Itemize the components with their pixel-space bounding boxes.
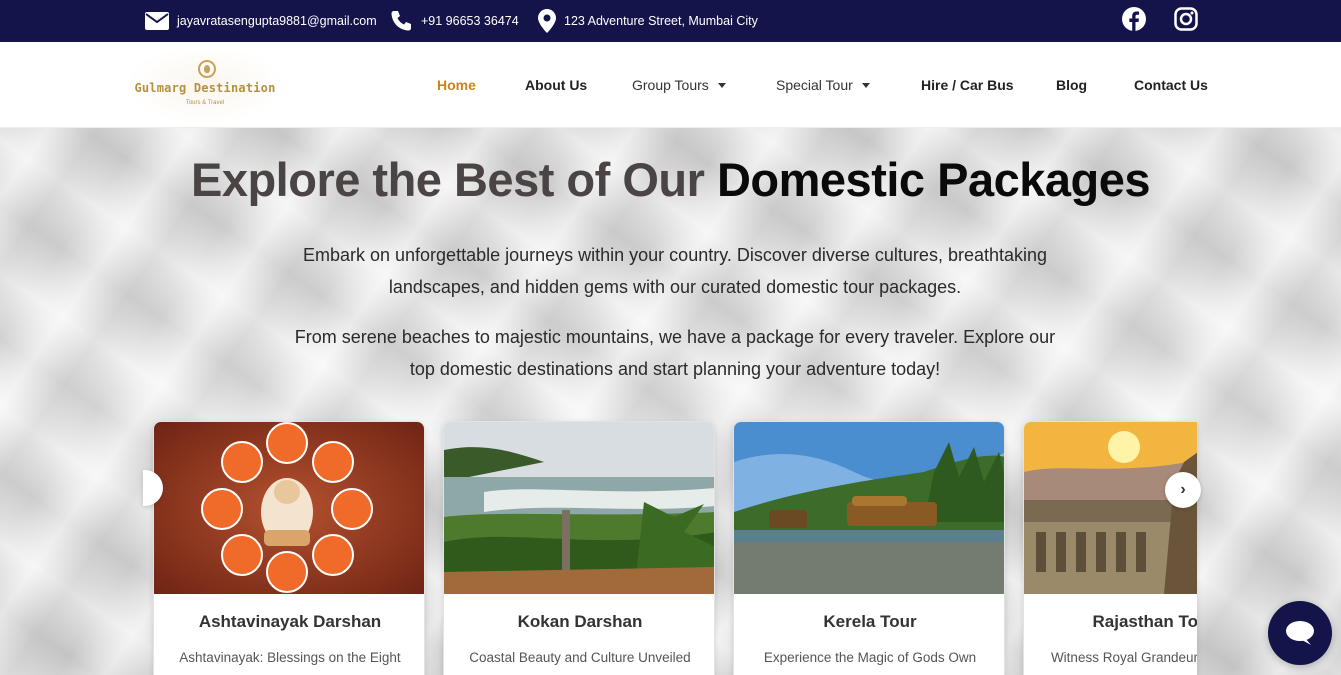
address-text: 123 Adventure Street, Mumbai City bbox=[564, 14, 758, 28]
chevron-right-icon: › bbox=[1180, 481, 1186, 498]
card-title: Kokan Darshan bbox=[517, 612, 643, 631]
chat-widget-button[interactable] bbox=[1268, 601, 1332, 665]
envelope-icon bbox=[145, 12, 169, 30]
card-image-fort bbox=[1024, 422, 1197, 594]
card-description: Witness Royal Grandeur bbox=[1050, 650, 1197, 665]
address-link[interactable]: 123 Adventure Street, Mumbai City bbox=[538, 0, 758, 42]
card-image-ganesha bbox=[154, 422, 424, 594]
caret-down-icon bbox=[861, 82, 870, 88]
nav-contact-us[interactable]: Contact Us bbox=[1134, 42, 1208, 128]
card-title: Rajasthan To bbox=[1092, 612, 1197, 631]
nav-special-tour[interactable]: Special Tour bbox=[776, 42, 870, 128]
instagram-icon[interactable] bbox=[1173, 6, 1199, 32]
card-description: Coastal Beauty and Culture Unveiled bbox=[469, 650, 691, 665]
phone-icon bbox=[391, 11, 411, 31]
card-title: Ashtavinayak Darshan bbox=[198, 612, 382, 631]
site-header: Gulmarg Destination Tours & Travel Home … bbox=[0, 42, 1341, 128]
email-text: jayavratasengupta9881@gmail.com bbox=[177, 14, 377, 28]
facebook-icon[interactable] bbox=[1121, 6, 1147, 32]
card-title: Kerela Tour bbox=[823, 612, 917, 631]
location-pin-icon bbox=[538, 9, 556, 33]
nav-blog[interactable]: Blog bbox=[1056, 42, 1087, 128]
hero-section: Explore the Best of Our Domestic Package… bbox=[0, 128, 1341, 675]
nav-hire-car-bus[interactable]: Hire / Car Bus bbox=[921, 42, 1014, 128]
card-image-backwaters bbox=[734, 422, 1004, 594]
package-card-kokan[interactable]: Kokan Darshan Coastal Beauty and Culture… bbox=[443, 421, 715, 675]
chat-bubble-icon bbox=[1286, 621, 1314, 645]
email-link[interactable]: jayavratasengupta9881@gmail.com bbox=[145, 0, 377, 42]
nav-special-tour-label: Special Tour bbox=[776, 77, 853, 93]
hero-paragraph-1: Embark on unforgettable journeys within … bbox=[302, 245, 1048, 297]
site-logo[interactable]: Gulmarg Destination Tours & Travel bbox=[130, 48, 280, 122]
hero-title-part2: Domestic Packages bbox=[716, 153, 1151, 206]
phone-link[interactable]: +91 96653 36474 bbox=[389, 0, 519, 42]
card-image-coast bbox=[444, 422, 714, 594]
logo-emblem-icon bbox=[198, 60, 216, 78]
logo-tagline: Tours & Travel bbox=[185, 100, 225, 106]
carousel-next-button[interactable]: › bbox=[1165, 472, 1201, 508]
package-card-ashtavinayak[interactable]: Ashtavinayak Darshan Ashtavinayak: Bless… bbox=[153, 421, 425, 675]
phone-text: +91 96653 36474 bbox=[421, 14, 519, 28]
top-contact-bar: jayavratasengupta9881@gmail.com +91 9665… bbox=[0, 0, 1341, 42]
caret-down-icon bbox=[717, 82, 726, 88]
nav-group-tours-label: Group Tours bbox=[632, 77, 709, 93]
package-card-rajasthan[interactable]: Rajasthan To Witness Royal Grandeur bbox=[1023, 421, 1197, 675]
nav-about-us[interactable]: About Us bbox=[525, 42, 587, 128]
hero-title-part1: Explore the Best of Our bbox=[190, 153, 717, 206]
hero-title: Explore the Best of Our Domestic Package… bbox=[0, 152, 1341, 207]
card-description: Experience the Magic of Gods Own bbox=[763, 650, 977, 665]
hero-paragraph-2: From serene beaches to majestic mountain… bbox=[294, 327, 1056, 379]
card-description: Ashtavinayak: Blessings on the Eight bbox=[179, 650, 401, 665]
logo-name: Gulmarg Destination bbox=[134, 81, 276, 95]
nav-home[interactable]: Home bbox=[437, 42, 476, 128]
nav-group-tours[interactable]: Group Tours bbox=[632, 42, 726, 128]
package-card-kerela[interactable]: Kerela Tour Experience the Magic of Gods… bbox=[733, 421, 1005, 675]
